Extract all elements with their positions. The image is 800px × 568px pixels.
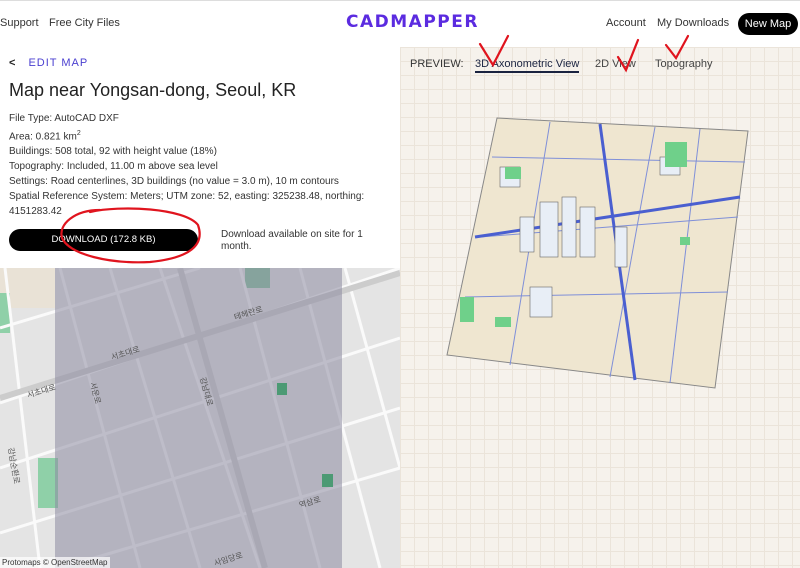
- map-streets: 테헤란로 서초대로 서초대로 서운로 강남대로 역삼로 사임당로 강남순환로: [0, 268, 400, 568]
- location-map[interactable]: 테헤란로 서초대로 서초대로 서운로 강남대로 역삼로 사임당로 강남순환로 P…: [0, 268, 400, 568]
- tab-2d-view[interactable]: 2D View: [595, 58, 636, 70]
- edit-map-link[interactable]: < EDIT MAP: [9, 57, 88, 69]
- buildings: Buildings: 508 total, 92 with height val…: [9, 146, 217, 158]
- chevron-left-icon: <: [9, 57, 17, 69]
- settings: Settings: Road centerlines, 3D buildings…: [9, 176, 339, 188]
- download-note: Download available on site for 1 month.: [221, 229, 363, 252]
- area-unit-sup: 2: [76, 130, 81, 137]
- preview-label: PREVIEW:: [410, 58, 464, 70]
- map-attribution[interactable]: Protomaps © OpenStreetMap: [0, 557, 110, 568]
- axonometric-model[interactable]: [400, 47, 800, 568]
- page-title: Map near Yongsan-dong, Seoul, KR: [9, 80, 297, 100]
- new-map-button[interactable]: New Map: [738, 13, 798, 35]
- top-nav: Support Free City Files CADMAPPER Accoun…: [0, 0, 800, 47]
- nav-support[interactable]: Support: [0, 17, 39, 29]
- area-value: Area: 0.821 km: [9, 131, 77, 143]
- tab-3d-axonometric[interactable]: 3D Axonometric View: [475, 58, 580, 73]
- preview-panel: PREVIEW: 3D Axonometric View 2D View Top…: [400, 47, 800, 568]
- area: Area: 0.821 km2: [9, 126, 394, 144]
- topography: Topography: Included, 11.00 m above sea …: [9, 161, 218, 173]
- logo[interactable]: CADMAPPER: [346, 12, 479, 32]
- nav-account[interactable]: Account: [606, 17, 646, 29]
- nav-free-city-files[interactable]: Free City Files: [49, 17, 120, 29]
- map-details: File Type: AutoCAD DXF Area: 0.821 km2 B…: [9, 111, 394, 219]
- spatial-reference: Spatial Reference System: Meters; UTM zo…: [9, 191, 365, 218]
- tab-topography[interactable]: Topography: [655, 58, 713, 70]
- edit-map-label: EDIT MAP: [28, 57, 89, 69]
- download-button[interactable]: DOWNLOAD (172.8 KB): [9, 229, 198, 251]
- nav-my-downloads[interactable]: My Downloads: [657, 17, 729, 29]
- file-type: File Type: AutoCAD DXF: [9, 113, 119, 124]
